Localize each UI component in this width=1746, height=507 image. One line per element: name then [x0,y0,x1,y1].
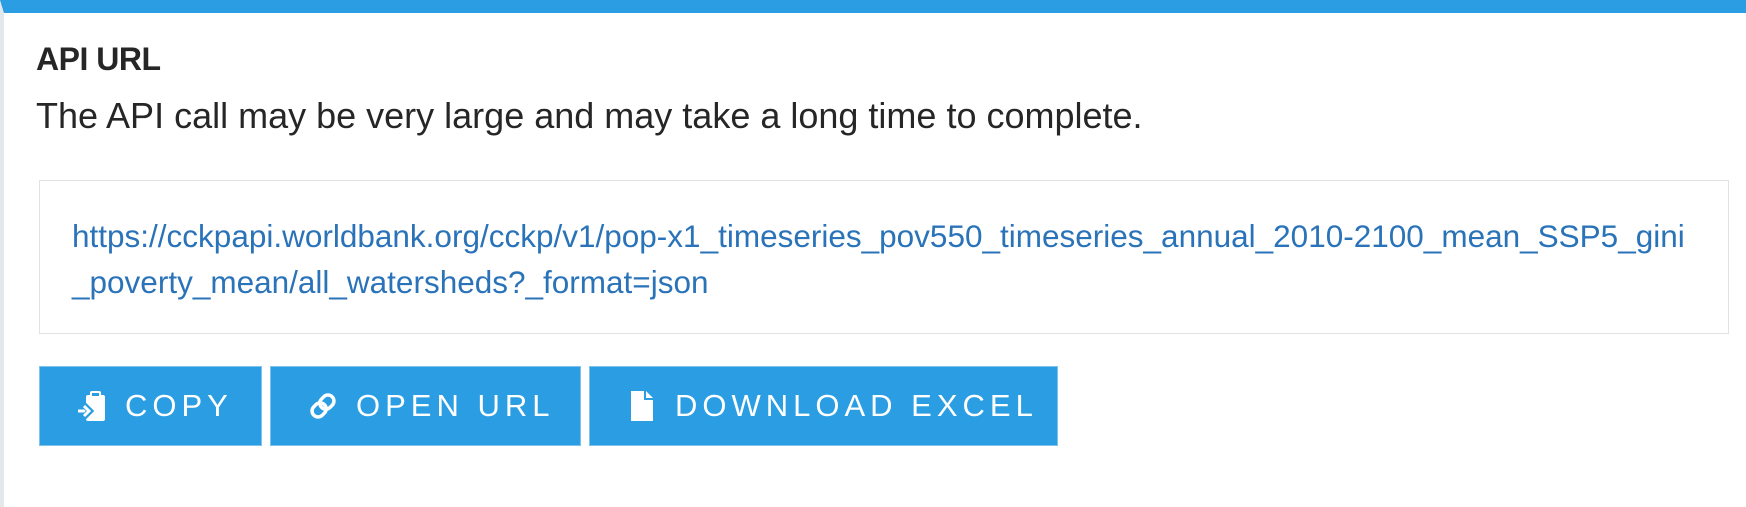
api-url-link[interactable]: https://cckpapi.worldbank.org/cckp/v1/po… [72,213,1702,305]
api-url-box: https://cckpapi.worldbank.org/cckp/v1/po… [39,180,1729,334]
clipboard-copy-icon [77,389,107,423]
link-icon [308,389,338,423]
file-icon [627,389,657,423]
open-url-button[interactable]: OPEN URL [270,366,581,446]
api-url-panel: API URL The API call may be very large a… [0,0,1746,507]
download-excel-button-label: DOWNLOAD EXCEL [675,388,1038,423]
copy-button-label: COPY [125,388,233,423]
copy-button[interactable]: COPY [39,366,262,446]
open-url-button-label: OPEN URL [356,388,555,423]
panel-title: API URL [36,41,161,77]
download-excel-button[interactable]: DOWNLOAD EXCEL [589,366,1058,446]
panel-description: The API call may be very large and may t… [36,95,1143,136]
